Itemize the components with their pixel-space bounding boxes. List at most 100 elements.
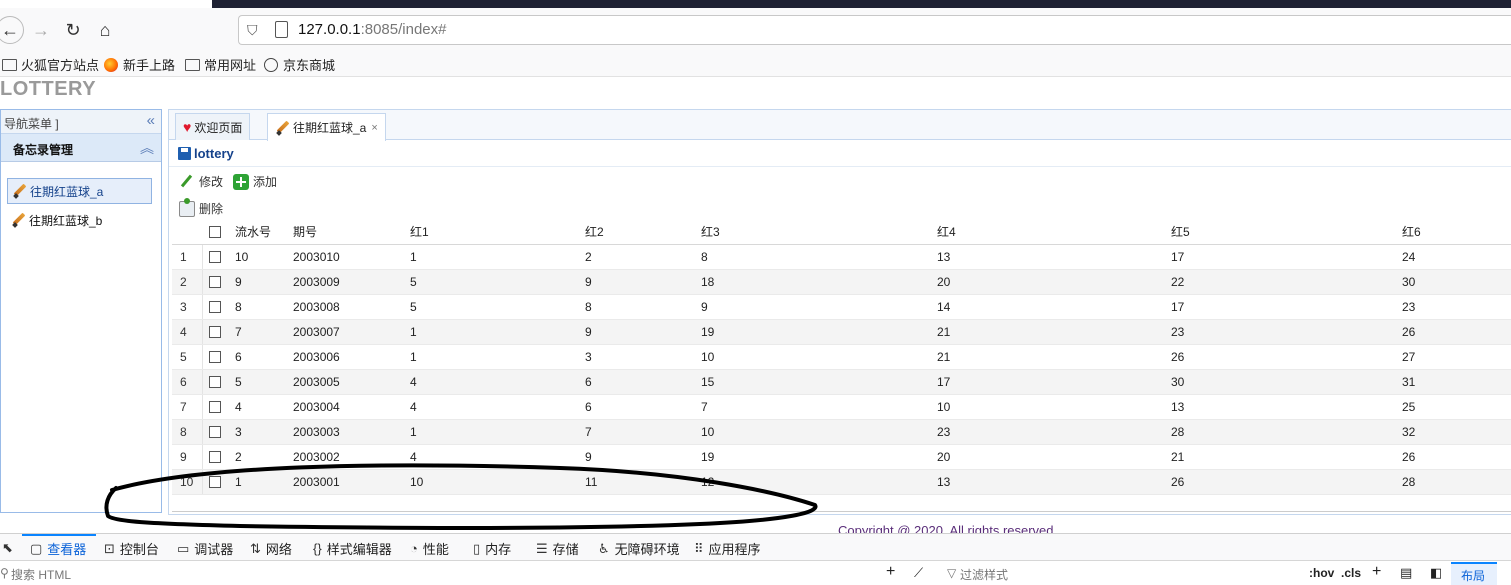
row-number: 5 — [180, 350, 187, 364]
column-header[interactable]: 红4 — [937, 220, 956, 245]
table-cell: 2 — [585, 250, 592, 264]
add-button[interactable]: 添加 — [233, 173, 277, 190]
bookmark-item[interactable]: 新手上路 — [104, 55, 175, 74]
tab-layout[interactable]: 布局 — [1451, 562, 1497, 585]
row-checkbox[interactable] — [209, 251, 221, 263]
row-checkbox[interactable] — [209, 301, 221, 313]
delete-button[interactable]: 删除 — [179, 197, 223, 217]
add-rule-icon[interactable]: + — [1372, 563, 1381, 581]
table-cell: 5 — [235, 375, 242, 389]
table-row[interactable]: 8 3 2003003 1 7 10 23 28 32 — [172, 420, 1511, 445]
bookmark-item[interactable]: 火狐官方站点 — [2, 55, 99, 74]
column-header[interactable]: 红6 — [1402, 220, 1421, 245]
row-checkbox[interactable] — [209, 401, 221, 413]
accordion-title: 备忘录管理 — [13, 143, 74, 157]
table-row[interactable]: 7 4 2003004 4 6 7 10 13 25 — [172, 395, 1511, 420]
url-bar[interactable]: ⛉ 127.0.0.1:8085/index# — [238, 15, 1511, 45]
table-row[interactable]: 6 5 2003005 4 6 15 17 30 31 — [172, 370, 1511, 395]
table-row[interactable]: 3 8 2003008 5 8 9 14 17 23 — [172, 295, 1511, 320]
table-cell: 28 — [1402, 475, 1416, 489]
add-node-icon[interactable]: + — [886, 563, 895, 581]
row-number-divider — [202, 420, 203, 444]
table-row[interactable]: 5 6 2003006 1 3 10 21 26 27 — [172, 345, 1511, 370]
table-cell: 11 — [585, 475, 598, 489]
pick-element-icon[interactable]: ⬉ — [2, 540, 18, 556]
tab-label: 往期红蓝球_a — [293, 121, 367, 135]
document-icon[interactable]: ▤ — [1400, 565, 1412, 581]
table-cell: 10 — [235, 250, 249, 264]
sidebar-header: 导航菜单 ] « — [1, 110, 161, 134]
bookmark-label: 新手上路 — [123, 58, 176, 73]
table-cell: 2003006 — [293, 350, 340, 364]
table-cell: 2003007 — [293, 325, 340, 339]
back-icon[interactable]: ← — [0, 16, 24, 44]
cls-button[interactable]: .cls — [1341, 566, 1361, 580]
column-header[interactable]: 红1 — [410, 220, 429, 245]
table-cell: 18 — [701, 275, 715, 289]
table-row[interactable]: 4 7 2003007 1 9 19 21 23 26 — [172, 320, 1511, 345]
tab-console[interactable]: ⊡ 控制台 — [104, 539, 159, 558]
console-icon: ⊡ — [104, 540, 115, 556]
tab-network[interactable]: ⇅ 网络 — [250, 539, 292, 558]
row-checkbox[interactable] — [209, 326, 221, 338]
search-html-input[interactable]: 搜索 HTML — [11, 566, 71, 583]
hov-button[interactable]: :hov — [1309, 566, 1334, 580]
column-header[interactable]: 红2 — [585, 220, 604, 245]
eyedropper-icon[interactable]: ⟋ — [914, 565, 923, 581]
sidebar-item-lottery-b[interactable]: 往期红蓝球_b — [7, 207, 152, 233]
table-cell: 24 — [1402, 250, 1416, 264]
column-header[interactable]: 期号 — [293, 220, 317, 245]
table-row[interactable]: 9 2 2003002 4 9 19 20 21 26 — [172, 445, 1511, 470]
row-number: 10 — [180, 475, 194, 489]
edit-button[interactable]: 修改 — [179, 173, 223, 190]
tab-performance[interactable]: ◔ 性能 — [410, 539, 449, 558]
table-cell: 17 — [1171, 300, 1185, 314]
filter-styles-input[interactable]: 过滤样式 — [960, 566, 1008, 583]
bookmark-item[interactable]: 常用网址 — [185, 55, 256, 74]
braces-icon: {} — [313, 541, 322, 556]
close-icon[interactable]: × — [371, 122, 377, 134]
table-row[interactable]: 10 1 2003001 10 11 12 13 26 28 — [172, 470, 1511, 495]
sidebar-item-lottery-a[interactable]: 往期红蓝球_a — [7, 178, 152, 204]
table-cell: 26 — [1402, 325, 1416, 339]
table-cell: 13 — [937, 250, 951, 264]
reload-icon[interactable]: ↻ — [61, 18, 85, 42]
bookmark-item[interactable]: 京东商城 — [264, 55, 335, 74]
tab-lottery-a[interactable]: 往期红蓝球_a × — [267, 113, 386, 141]
row-checkbox[interactable] — [209, 426, 221, 438]
table-row[interactable]: 2 9 2003009 5 9 18 20 22 30 — [172, 270, 1511, 295]
tab-storage[interactable]: ☰ 存储 — [536, 539, 579, 558]
forward-icon[interactable]: → — [29, 18, 53, 42]
tab-inspector[interactable]: ▢ 查看器 — [30, 539, 86, 558]
bookmarks-bar: 火狐官方站点 新手上路 常用网址 京东商城 — [0, 50, 1511, 77]
collapse-icon[interactable]: « — [147, 112, 155, 129]
table-cell: 13 — [1171, 400, 1185, 414]
add-icon — [233, 173, 249, 190]
table-row[interactable]: 1 10 2003010 1 2 8 13 17 24 — [172, 245, 1511, 270]
tab-memory[interactable]: ▯ 内存 — [473, 539, 511, 558]
tab-application[interactable]: ⠿ 应用程序 — [694, 539, 761, 558]
column-header[interactable]: 红3 — [701, 220, 720, 245]
chevron-up-icon[interactable]: ︽ — [140, 138, 154, 158]
accordion-header[interactable]: 备忘录管理 ︽ — [1, 134, 161, 162]
row-checkbox[interactable] — [209, 451, 221, 463]
column-header[interactable]: 流水号 — [235, 220, 271, 245]
tab-debugger[interactable]: ▭ 调试器 — [177, 539, 233, 558]
row-checkbox[interactable] — [209, 351, 221, 363]
table-cell: 8 — [701, 250, 708, 264]
sidebar-toggle-icon[interactable]: ◧ — [1430, 565, 1442, 581]
table-cell: 22 — [1171, 275, 1185, 289]
row-checkbox[interactable] — [209, 376, 221, 388]
row-number: 3 — [180, 300, 187, 314]
home-icon[interactable]: ⌂ — [93, 18, 117, 42]
table-cell: 14 — [937, 300, 951, 314]
column-header[interactable]: 红5 — [1171, 220, 1190, 245]
url-text[interactable]: 127.0.0.1:8085/index# — [298, 21, 446, 38]
tab-accessibility[interactable]: ♿ 无障碍环境 — [598, 539, 680, 558]
select-all-checkbox[interactable] — [209, 226, 221, 238]
row-checkbox[interactable] — [209, 476, 221, 488]
row-checkbox[interactable] — [209, 276, 221, 288]
pane-header: lottery — [169, 141, 1511, 167]
tab-style-editor[interactable]: {} 样式编辑器 — [313, 539, 392, 558]
tab-welcome[interactable]: ♥ 欢迎页面 — [175, 113, 251, 140]
